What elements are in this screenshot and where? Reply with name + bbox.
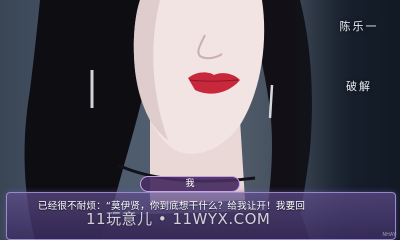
corner-watermark: NHAY: [382, 232, 396, 238]
side-menu-item-crack[interactable]: 破解: [332, 78, 386, 94]
game-scene: 陈乐一 破解 我 已经很不耐烦：“莫伊贤，你到底想干什么？给我让开！我要回 11…: [0, 0, 400, 240]
dialogue-text: 已经很不耐烦：“莫伊贤，你到底想干什么？给我让开！我要回: [38, 201, 306, 212]
side-menu: 陈乐一 破解: [332, 18, 386, 94]
speaker-name-tag: 我: [140, 176, 240, 192]
side-menu-item-character[interactable]: 陈乐一: [332, 18, 386, 34]
